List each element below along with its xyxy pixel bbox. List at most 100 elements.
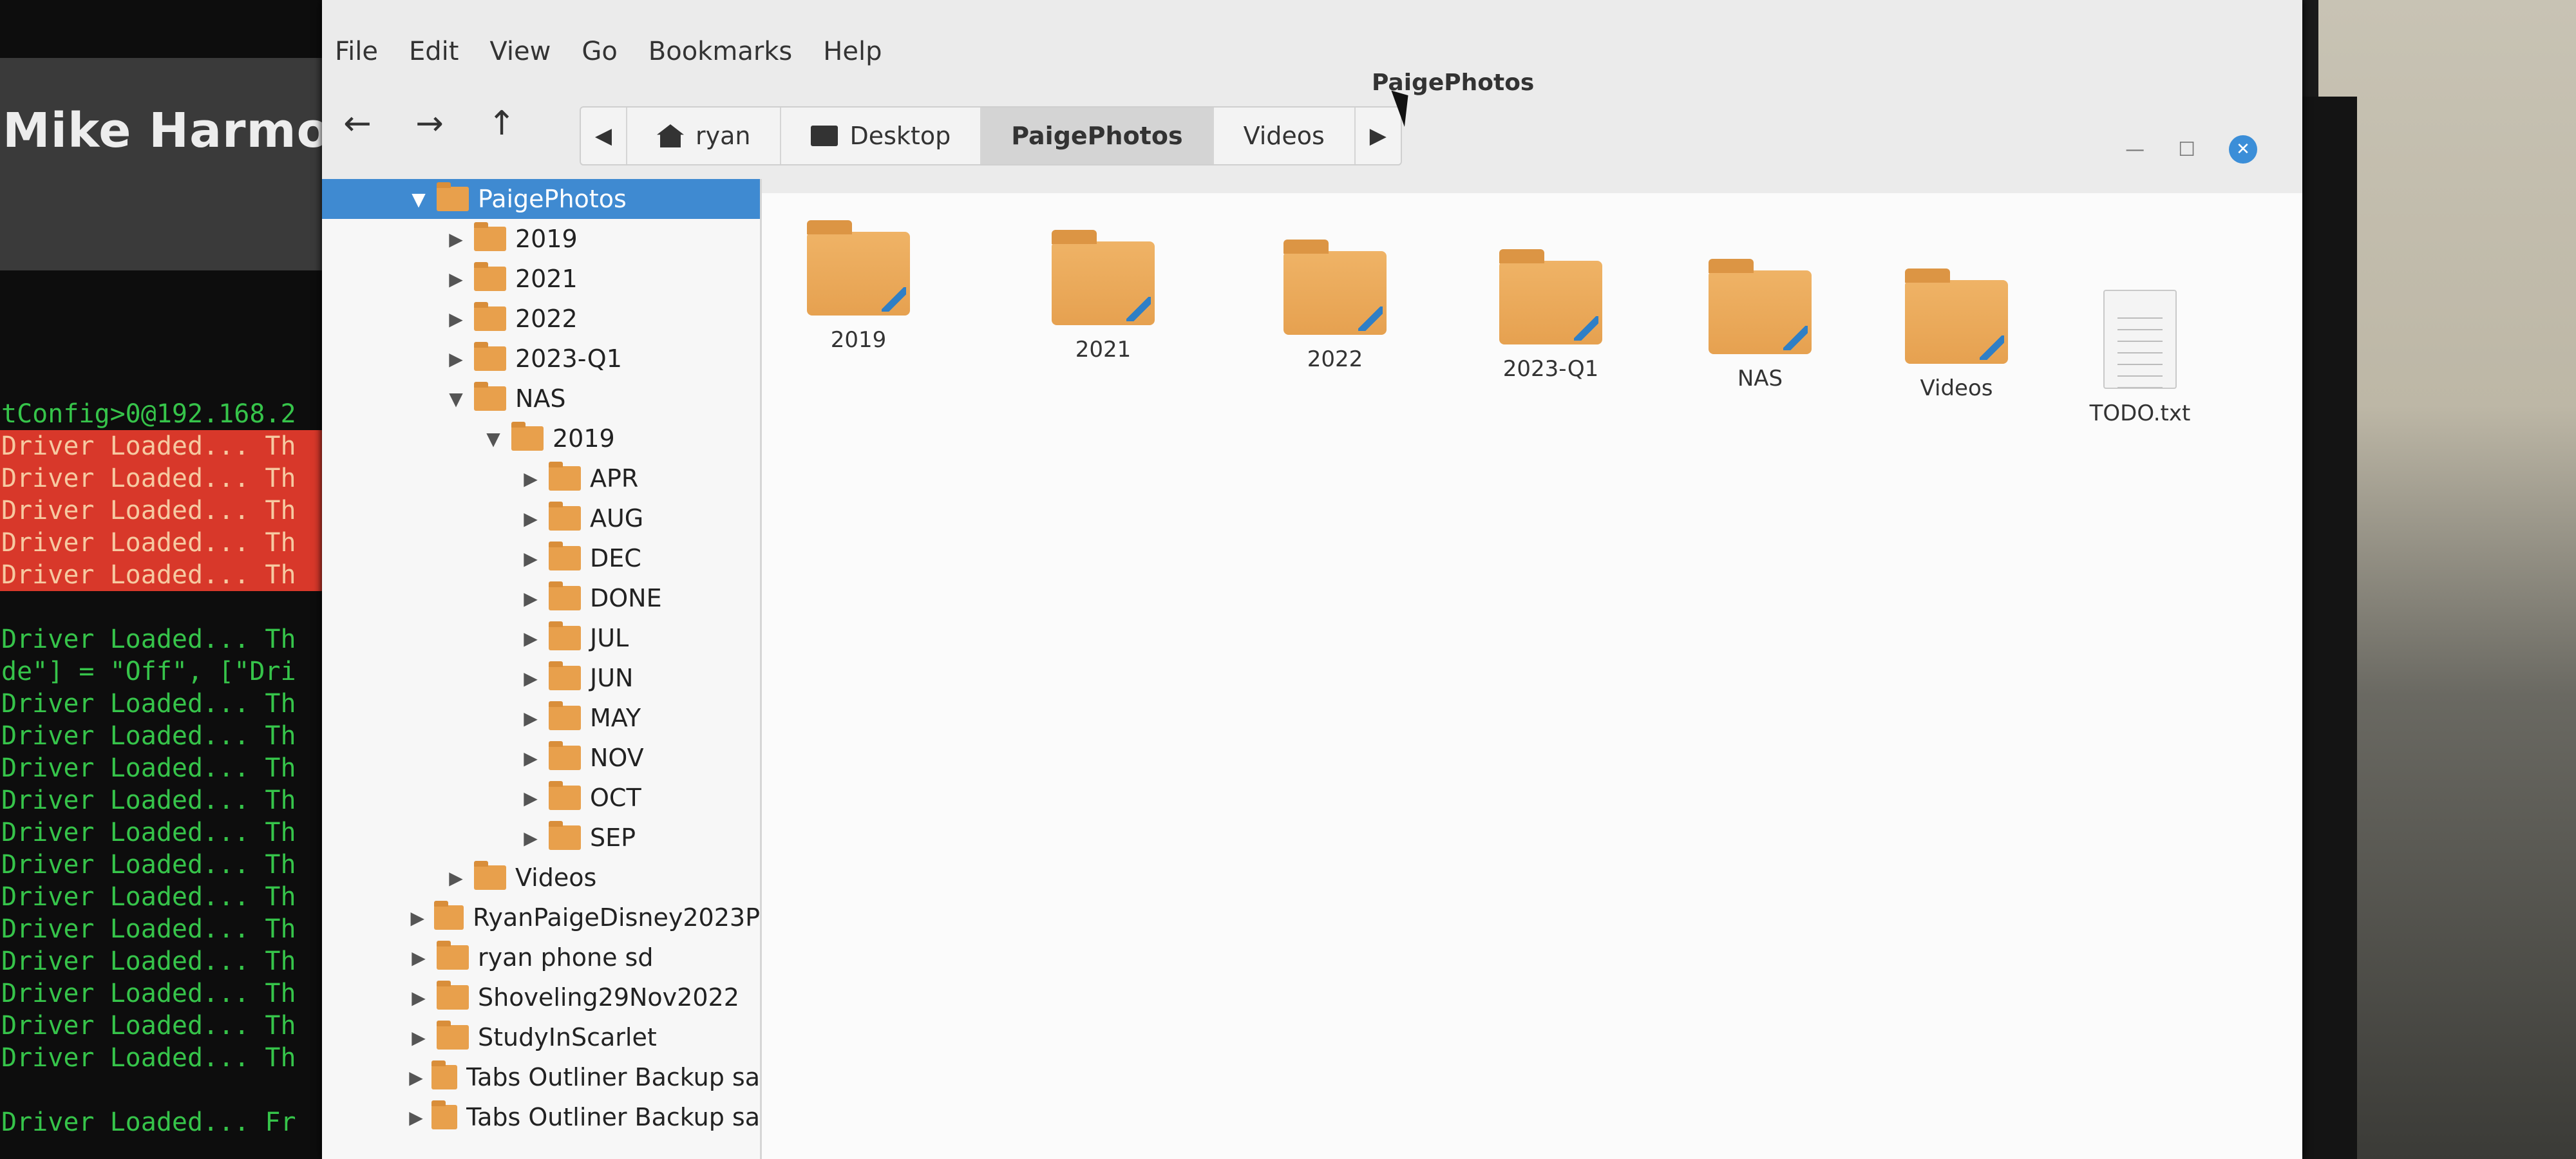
collapsed-triangle-icon[interactable]: ▶ (518, 628, 544, 649)
tree-item[interactable]: ▶ Shoveling29Nov2022 (322, 977, 760, 1017)
menu-file[interactable]: File (335, 29, 378, 74)
folder-item[interactable]: 2022 (1264, 240, 1406, 372)
folder-icon (1283, 240, 1387, 335)
breadcrumb-ryan[interactable]: ryan (627, 108, 782, 164)
collapsed-triangle-icon[interactable]: ▶ (518, 508, 544, 529)
collapsed-triangle-icon[interactable]: ▶ (518, 787, 544, 809)
collapsed-triangle-icon[interactable]: ▶ (518, 468, 544, 489)
collapsed-triangle-icon[interactable]: ▶ (518, 708, 544, 729)
tree-item[interactable]: ▼ 2019 (322, 419, 760, 458)
folder-icon (549, 781, 581, 810)
tree-item[interactable]: ▶ Tabs Outliner Backup sa (322, 1097, 760, 1137)
collapsed-triangle-icon[interactable]: ▶ (406, 947, 431, 968)
folder-item[interactable]: 2021 (1032, 230, 1174, 363)
tree-item[interactable]: ▶ Tabs Outliner Backup sa (322, 1057, 760, 1097)
item-label: 2019 (830, 327, 887, 353)
terminal-line: Driver Loaded... Fr (1, 1107, 296, 1137)
tree-item[interactable]: ▶ 2019 (322, 219, 760, 259)
collapsed-triangle-icon[interactable]: ▶ (443, 348, 469, 370)
tree-item[interactable]: ▶ AUG (322, 498, 760, 538)
collapsed-triangle-icon[interactable]: ▶ (443, 308, 469, 330)
menu-help[interactable]: Help (823, 29, 882, 74)
tree-item-label: NAS (515, 384, 566, 413)
tree-item[interactable]: ▼ PaigePhotos (322, 179, 760, 219)
terminal-line: Driver Loaded... Th (0, 527, 335, 559)
collapsed-triangle-icon[interactable]: ▶ (518, 548, 544, 569)
folder-icon (549, 462, 581, 491)
file-item[interactable]: TODO.txt (2069, 290, 2211, 426)
collapsed-triangle-icon[interactable]: ▶ (443, 229, 469, 250)
collapsed-triangle-icon[interactable]: ▶ (406, 1107, 426, 1128)
tree-item[interactable]: ▶ StudyInScarlet (322, 1017, 760, 1057)
path-scroll-right-icon[interactable]: ▶ (1356, 108, 1401, 164)
maximize-icon[interactable]: ☐ (2178, 138, 2195, 161)
folder-icon (1709, 259, 1812, 354)
collapsed-triangle-icon[interactable]: ▶ (518, 668, 544, 689)
folder-icon (474, 861, 506, 890)
collapsed-triangle-icon[interactable]: ▶ (443, 867, 469, 889)
menu-go[interactable]: Go (582, 29, 617, 74)
tree-item[interactable]: ▶ MAY (322, 698, 760, 738)
collapsed-triangle-icon[interactable]: ▶ (518, 748, 544, 769)
tree-item[interactable]: ▶ Videos (322, 858, 760, 898)
folder-item[interactable]: NAS (1689, 259, 1831, 391)
back-arrow-icon[interactable]: ← (341, 104, 374, 143)
item-label: 2022 (1307, 346, 1363, 372)
menu-view[interactable]: View (489, 29, 551, 74)
tree-item-label: 2019 (553, 424, 615, 453)
terminal-line: Driver Loaded... Th (1, 625, 296, 654)
collapsed-triangle-icon[interactable]: ▶ (518, 588, 544, 609)
folder-item[interactable]: 2023-Q1 (1480, 249, 1622, 382)
tree-item-label: 2021 (515, 265, 578, 293)
breadcrumb-desktop[interactable]: Desktop (781, 108, 982, 164)
tree-item-label: SEP (590, 824, 636, 852)
path-scroll-left-icon[interactable]: ◀ (581, 108, 627, 164)
collapsed-triangle-icon[interactable]: ▶ (406, 907, 429, 928)
item-label: 2023-Q1 (1502, 356, 1599, 382)
tree-item[interactable]: ▶ 2023-Q1 (322, 339, 760, 379)
up-arrow-icon[interactable]: ↑ (486, 104, 518, 143)
menu-edit[interactable]: Edit (409, 29, 459, 74)
tree-item[interactable]: ▶ APR (322, 458, 760, 498)
folder-item[interactable]: Videos (1886, 269, 2027, 401)
folder-icon (474, 262, 506, 291)
terminal-line: Driver Loaded... Th (0, 495, 335, 527)
tree-item[interactable]: ▼ NAS (322, 379, 760, 419)
terminal-line: Driver Loaded... Th (1, 689, 296, 719)
folder-icon (549, 542, 581, 570)
tree-item[interactable]: ▶ JUN (322, 658, 760, 698)
expanded-triangle-icon[interactable]: ▼ (480, 428, 506, 449)
tree-item[interactable]: ▶ SEP (322, 818, 760, 858)
expanded-triangle-icon[interactable]: ▼ (406, 189, 431, 210)
tree-item[interactable]: ▶ JUL (322, 618, 760, 658)
close-icon[interactable]: ✕ (2229, 135, 2257, 164)
tree-item[interactable]: ▶ OCT (322, 778, 760, 818)
breadcrumb-videos[interactable]: Videos (1214, 108, 1356, 164)
tree-item[interactable]: ▶ DONE (322, 578, 760, 618)
tree-item[interactable]: ▶ DEC (322, 538, 760, 578)
terminal-line: Driver Loaded... Th (1, 947, 296, 976)
collapsed-triangle-icon[interactable]: ▶ (406, 1067, 426, 1088)
breadcrumb-label: Desktop (849, 122, 951, 150)
expanded-triangle-icon[interactable]: ▼ (443, 388, 469, 410)
collapsed-triangle-icon[interactable]: ▶ (406, 1027, 431, 1048)
tree-item[interactable]: ▶ NOV (322, 738, 760, 778)
breadcrumb-paigephotos[interactable]: PaigePhotos (981, 108, 1214, 164)
menu-bookmarks[interactable]: Bookmarks (649, 29, 792, 74)
tree-item[interactable]: ▶ 2021 (322, 259, 760, 299)
folder-icon (1499, 249, 1602, 344)
terminal-title: Mike Harmony (3, 103, 335, 158)
folder-item[interactable]: 2019 (788, 220, 929, 353)
forward-arrow-icon[interactable]: → (413, 104, 446, 143)
tree-item[interactable]: ▶ 2022 (322, 299, 760, 339)
collapsed-triangle-icon[interactable]: ▶ (443, 269, 469, 290)
folder-icon (431, 1060, 458, 1089)
tree-item[interactable]: ▶ ryan phone sd (322, 938, 760, 977)
tree-item[interactable]: ▶ RyanPaigeDisney2023P (322, 898, 760, 938)
minimize-icon[interactable]: — (2125, 138, 2145, 161)
folder-icon (437, 182, 469, 211)
collapsed-triangle-icon[interactable]: ▶ (518, 827, 544, 849)
collapsed-triangle-icon[interactable]: ▶ (406, 987, 431, 1008)
